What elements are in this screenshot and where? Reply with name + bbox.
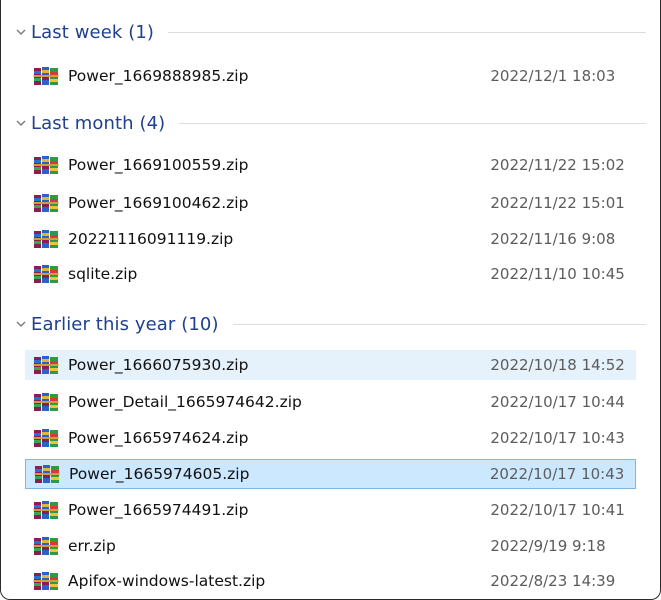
winrar-archive-icon: [33, 194, 59, 212]
file-name: Power_1666075930.zip: [68, 356, 249, 374]
file-row[interactable]: Power_Detail_1665974642.zip 2022/10/17 1…: [25, 387, 636, 417]
winrar-archive-icon: [33, 265, 59, 283]
file-name: 20221116091119.zip: [68, 230, 234, 248]
winrar-archive-icon: [33, 572, 59, 590]
chevron-down-icon[interactable]: [13, 24, 29, 40]
file-row[interactable]: err.zip 2022/9/19 9:18: [25, 531, 636, 561]
file-date-modified: 2022/8/23 14:39: [490, 572, 616, 590]
file-name: Power_1665974624.zip: [68, 429, 249, 447]
file-row[interactable]: Power_1669888985.zip 2022/12/1 18:03: [25, 61, 636, 91]
group-divider: [232, 323, 646, 325]
file-date-modified: 2022/11/22 15:01: [490, 194, 625, 212]
winrar-archive-icon: [33, 501, 59, 519]
file-name: Power_1669100559.zip: [68, 156, 249, 174]
file-date-modified: 2022/10/17 10:44: [490, 393, 625, 411]
file-name: Power_1665974605.zip: [69, 465, 250, 483]
winrar-archive-icon: [34, 465, 60, 483]
file-date-modified: 2022/11/10 10:45: [490, 265, 625, 283]
file-date-modified: 2022/10/17 10:43: [490, 429, 625, 447]
group-divider: [168, 31, 646, 33]
file-name: Power_1665974491.zip: [68, 501, 249, 519]
winrar-archive-icon: [33, 230, 59, 248]
file-date-modified: 2022/11/16 9:08: [490, 230, 616, 248]
file-row[interactable]: sqlite.zip 2022/11/10 10:45: [25, 259, 636, 289]
group-header-earlier-this-year[interactable]: Earlier this year (10): [13, 309, 648, 339]
file-date-modified: 2022/12/1 18:03: [490, 67, 616, 85]
file-row[interactable]: Power_1666075930.zip 2022/10/18 14:52: [25, 350, 636, 380]
group-title: Last week (1): [31, 21, 155, 43]
winrar-archive-icon: [33, 156, 59, 174]
file-date-modified: 2022/10/17 10:41: [490, 501, 625, 519]
file-row[interactable]: 20221116091119.zip 2022/11/16 9:08: [25, 224, 636, 254]
file-name: Power_Detail_1665974642.zip: [68, 393, 302, 411]
chevron-down-icon[interactable]: [13, 316, 29, 332]
winrar-archive-icon: [33, 67, 59, 85]
file-name: err.zip: [68, 537, 116, 555]
file-row[interactable]: Power_1665974624.zip 2022/10/17 10:43: [25, 423, 636, 453]
winrar-archive-icon: [33, 393, 59, 411]
group-header-last-month[interactable]: Last month (4): [13, 108, 648, 138]
file-date-modified: 2022/10/18 14:52: [490, 356, 625, 374]
winrar-archive-icon: [33, 537, 59, 555]
group-title: Earlier this year (10): [31, 313, 219, 335]
group-header-last-week[interactable]: Last week (1): [13, 17, 648, 47]
file-row[interactable]: Power_1669100559.zip 2022/11/22 15:02: [25, 150, 636, 180]
file-name: Power_1669888985.zip: [68, 67, 249, 85]
file-date-modified: 2022/9/19 9:18: [490, 537, 606, 555]
file-explorer-pane: Last week (1) Power_1669888985.zip 2022/…: [0, 0, 661, 600]
file-row-selected[interactable]: Power_1665974605.zip 2022/10/17 10:43: [25, 459, 636, 489]
file-row[interactable]: Apifox-windows-latest.zip 2022/8/23 14:3…: [25, 566, 636, 596]
chevron-down-icon[interactable]: [13, 115, 29, 131]
grouped-file-list: Last week (1) Power_1669888985.zip 2022/…: [1, 0, 660, 599]
winrar-archive-icon: [33, 356, 59, 374]
file-name: Power_1669100462.zip: [68, 194, 249, 212]
file-row[interactable]: Power_1669100462.zip 2022/11/22 15:01: [25, 188, 636, 218]
file-name: Apifox-windows-latest.zip: [68, 572, 266, 590]
group-title: Last month (4): [31, 112, 166, 134]
file-name: sqlite.zip: [68, 265, 138, 283]
file-row[interactable]: Power_1665974491.zip 2022/10/17 10:41: [25, 495, 636, 525]
file-date-modified: 2022/11/22 15:02: [490, 156, 625, 174]
file-date-modified: 2022/10/17 10:43: [489, 465, 625, 483]
group-divider: [179, 122, 646, 124]
winrar-archive-icon: [33, 429, 59, 447]
